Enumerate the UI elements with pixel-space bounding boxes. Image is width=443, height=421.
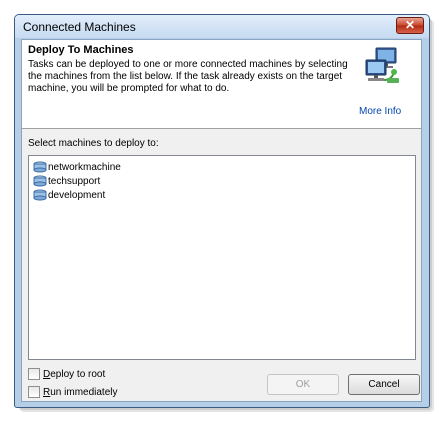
deploy-to-root-accesskey: D (43, 368, 51, 380)
run-immediately-accesskey: R (43, 386, 51, 398)
run-immediately-label: un immediately (50, 386, 118, 398)
machine-name: networkmachine (48, 161, 121, 173)
machines-listbox[interactable]: networkmachine techsupport development (28, 155, 416, 360)
machine-icon (33, 175, 47, 187)
dialog-body: Deploy To Machines Tasks can be deployed… (21, 39, 422, 402)
cancel-button[interactable]: Cancel (348, 374, 420, 395)
machines-label: Select machines to deploy to: (28, 138, 159, 149)
list-item-networkmachine[interactable]: networkmachine (33, 160, 121, 174)
dialog-window: Connected Machines ✕ Deploy To Machines … (14, 14, 430, 408)
run-immediately-option[interactable]: Run immediately (28, 385, 118, 399)
header-title: Deploy To Machines (28, 44, 134, 56)
deploy-to-root-checkbox[interactable] (28, 368, 40, 380)
machine-icon (33, 161, 47, 173)
list-item-techsupport[interactable]: techsupport (33, 174, 100, 188)
networked-computer-icon (365, 47, 399, 83)
header-panel: Deploy To Machines Tasks can be deployed… (22, 40, 421, 129)
ok-button[interactable]: OK (267, 374, 339, 395)
run-immediately-checkbox[interactable] (28, 386, 40, 398)
more-info-link[interactable]: More Info (359, 106, 401, 117)
list-item-development[interactable]: development (33, 188, 105, 202)
title-bar[interactable]: Connected Machines ✕ (15, 15, 429, 38)
machine-icon (33, 189, 47, 201)
header-description: Tasks can be deployed to one or more con… (28, 59, 348, 94)
deploy-to-root-label: eploy to root (50, 368, 106, 380)
close-icon: ✕ (404, 18, 416, 32)
close-button[interactable]: ✕ (396, 17, 424, 34)
window-title: Connected Machines (23, 20, 136, 34)
machine-name: development (48, 189, 106, 201)
deploy-to-root-option[interactable]: Deploy to root (28, 367, 105, 381)
machine-name: techsupport (48, 175, 101, 187)
